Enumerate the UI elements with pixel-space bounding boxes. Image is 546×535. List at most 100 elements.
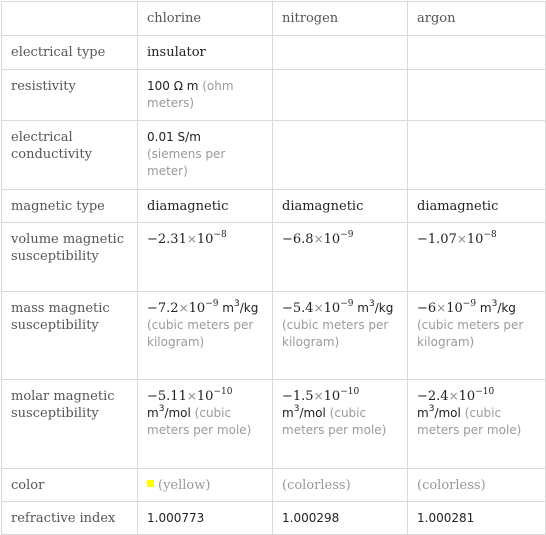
base: 10 (196, 389, 214, 404)
row-label: electrical type (1, 35, 138, 70)
row-label: mass magnetic susceptibility (1, 291, 138, 380)
mantissa: −7.2 (147, 301, 179, 316)
base: 10 (323, 232, 341, 247)
table-row-mass-magnetic-susceptibility: mass magnetic susceptibility −7.2×10−9 m… (1, 291, 546, 380)
row-label: refractive index (1, 501, 138, 535)
base: 10 (446, 301, 463, 316)
times-sign: × (178, 301, 189, 315)
cell-argon: 1.000281 (407, 501, 546, 535)
cell-chlorine: −7.2×10−9 m3/kg (cubic meters per kilogr… (137, 291, 273, 380)
unit-description: (cubic meters per kilogram) (147, 318, 254, 349)
table-row-resistivity: resistivity 100 Ω m (ohm meters) (1, 69, 546, 121)
column-header-argon: argon (407, 1, 546, 36)
unit-power: 3 (428, 404, 435, 414)
unit-power: 3 (491, 299, 498, 309)
mantissa: −2.31 (147, 232, 187, 247)
cell-argon (407, 35, 546, 70)
exponent: −10 (213, 387, 233, 397)
cell-argon: diamagnetic (407, 189, 546, 223)
column-header-chlorine: chlorine (137, 1, 273, 36)
unit-description: (cubic meters per kilogram) (417, 318, 524, 349)
cell-nitrogen (272, 69, 408, 121)
unit-description: (siemens per meter) (147, 147, 226, 178)
unit: m3/mol (417, 404, 465, 421)
row-label: resistivity (1, 69, 138, 121)
table-row-magnetic-type: magnetic type diamagnetic diamagnetic di… (1, 189, 546, 223)
cell-nitrogen: diamagnetic (272, 189, 408, 223)
cell-chlorine: −2.31×10−8 (137, 222, 273, 292)
cell-argon: (colorless) (407, 468, 546, 502)
cell-nitrogen (272, 120, 408, 190)
exponent: −10 (475, 387, 495, 397)
base: 10 (323, 389, 341, 404)
unit: S/m (177, 130, 201, 144)
unit: m3/mol (147, 404, 195, 421)
times-sign: × (186, 232, 197, 246)
exponent: −9 (205, 299, 219, 309)
cell-chlorine: −5.11×10−10 m3/mol (cubic meters per mol… (137, 379, 273, 469)
mantissa: −5.4 (282, 301, 314, 316)
cell-chlorine: 0.01 S/m (siemens per meter) (137, 120, 273, 190)
unit-power: 3 (158, 404, 165, 414)
cell-chlorine: insulator (137, 35, 273, 70)
base: 10 (323, 301, 341, 316)
unit: m3/kg (476, 299, 516, 316)
cell-argon (407, 120, 546, 190)
unit: m3/mol (282, 404, 330, 421)
cell-chlorine: 1.000773 (137, 501, 273, 535)
times-sign: × (456, 232, 467, 246)
unit-power: 3 (368, 299, 375, 309)
table-row-electrical-conductivity: electrical conductivity 0.01 S/m (siemen… (1, 120, 546, 190)
cell-nitrogen: 1.000298 (272, 501, 408, 535)
base: 10 (188, 301, 206, 316)
unit: m3/kg (218, 299, 259, 316)
base: 10 (196, 232, 214, 247)
unit-description: (cubic meters per kilogram) (282, 318, 389, 349)
cell-chlorine: diamagnetic (137, 189, 273, 223)
unit-power: 3 (233, 299, 240, 309)
mantissa: −6.8 (282, 232, 314, 247)
value: 0.01 (147, 130, 174, 144)
cell-nitrogen: −1.5×10−10 m3/mol (cubic meters per mole… (272, 379, 408, 469)
row-label: electrical conductivity (1, 120, 138, 190)
exponent: −8 (483, 230, 497, 240)
row-label: magnetic type (1, 189, 138, 223)
times-sign: × (186, 389, 197, 403)
table-row-color: color (yellow) (colorless) (colorless) (1, 468, 546, 502)
mantissa: −1.07 (417, 232, 457, 247)
column-header-nitrogen: nitrogen (272, 1, 408, 36)
base: 10 (466, 232, 484, 247)
times-sign: × (313, 301, 324, 315)
times-sign: × (313, 232, 324, 246)
mantissa: −2.4 (417, 389, 449, 404)
cell-argon: −2.4×10−10 m3/mol (cubic meters per mole… (407, 379, 546, 469)
mantissa: −1.5 (282, 389, 314, 404)
exponent: −8 (213, 230, 227, 240)
cell-nitrogen (272, 35, 408, 70)
corner-cell (1, 1, 138, 36)
times-sign: × (448, 389, 459, 403)
cell-chlorine: (yellow) (137, 468, 273, 502)
table-row-volume-magnetic-susceptibility: volume magnetic susceptibility −2.31×10−… (1, 222, 546, 292)
cell-argon (407, 69, 546, 121)
base: 10 (458, 389, 476, 404)
unit-power: 3 (293, 404, 300, 414)
cell-nitrogen: −6.8×10−9 (272, 222, 408, 292)
mantissa: −6 (417, 301, 437, 316)
times-sign: × (313, 389, 324, 403)
exponent: −10 (340, 387, 360, 397)
exponent: −9 (340, 230, 354, 240)
color-name: (yellow) (158, 478, 211, 493)
cell-nitrogen: (colorless) (272, 468, 408, 502)
unit: m3/kg (353, 299, 394, 316)
exponent: −9 (462, 299, 477, 309)
table-row-electrical-type: electrical type insulator (1, 35, 546, 70)
table-row-molar-magnetic-susceptibility: molar magnetic susceptibility −5.11×10−1… (1, 379, 546, 469)
header-row: chlorine nitrogen argon (1, 1, 546, 36)
properties-table: chlorine nitrogen argon electrical type … (1, 1, 546, 535)
times-sign: × (436, 301, 447, 315)
row-label: color (1, 468, 138, 502)
table-row-refractive-index: refractive index 1.000773 1.000298 1.000… (1, 501, 546, 535)
cell-argon: −6×10−9 m3/kg (cubic meters per kilogram… (407, 291, 546, 380)
cell-nitrogen: −5.4×10−9 m3/kg (cubic meters per kilogr… (272, 291, 408, 380)
